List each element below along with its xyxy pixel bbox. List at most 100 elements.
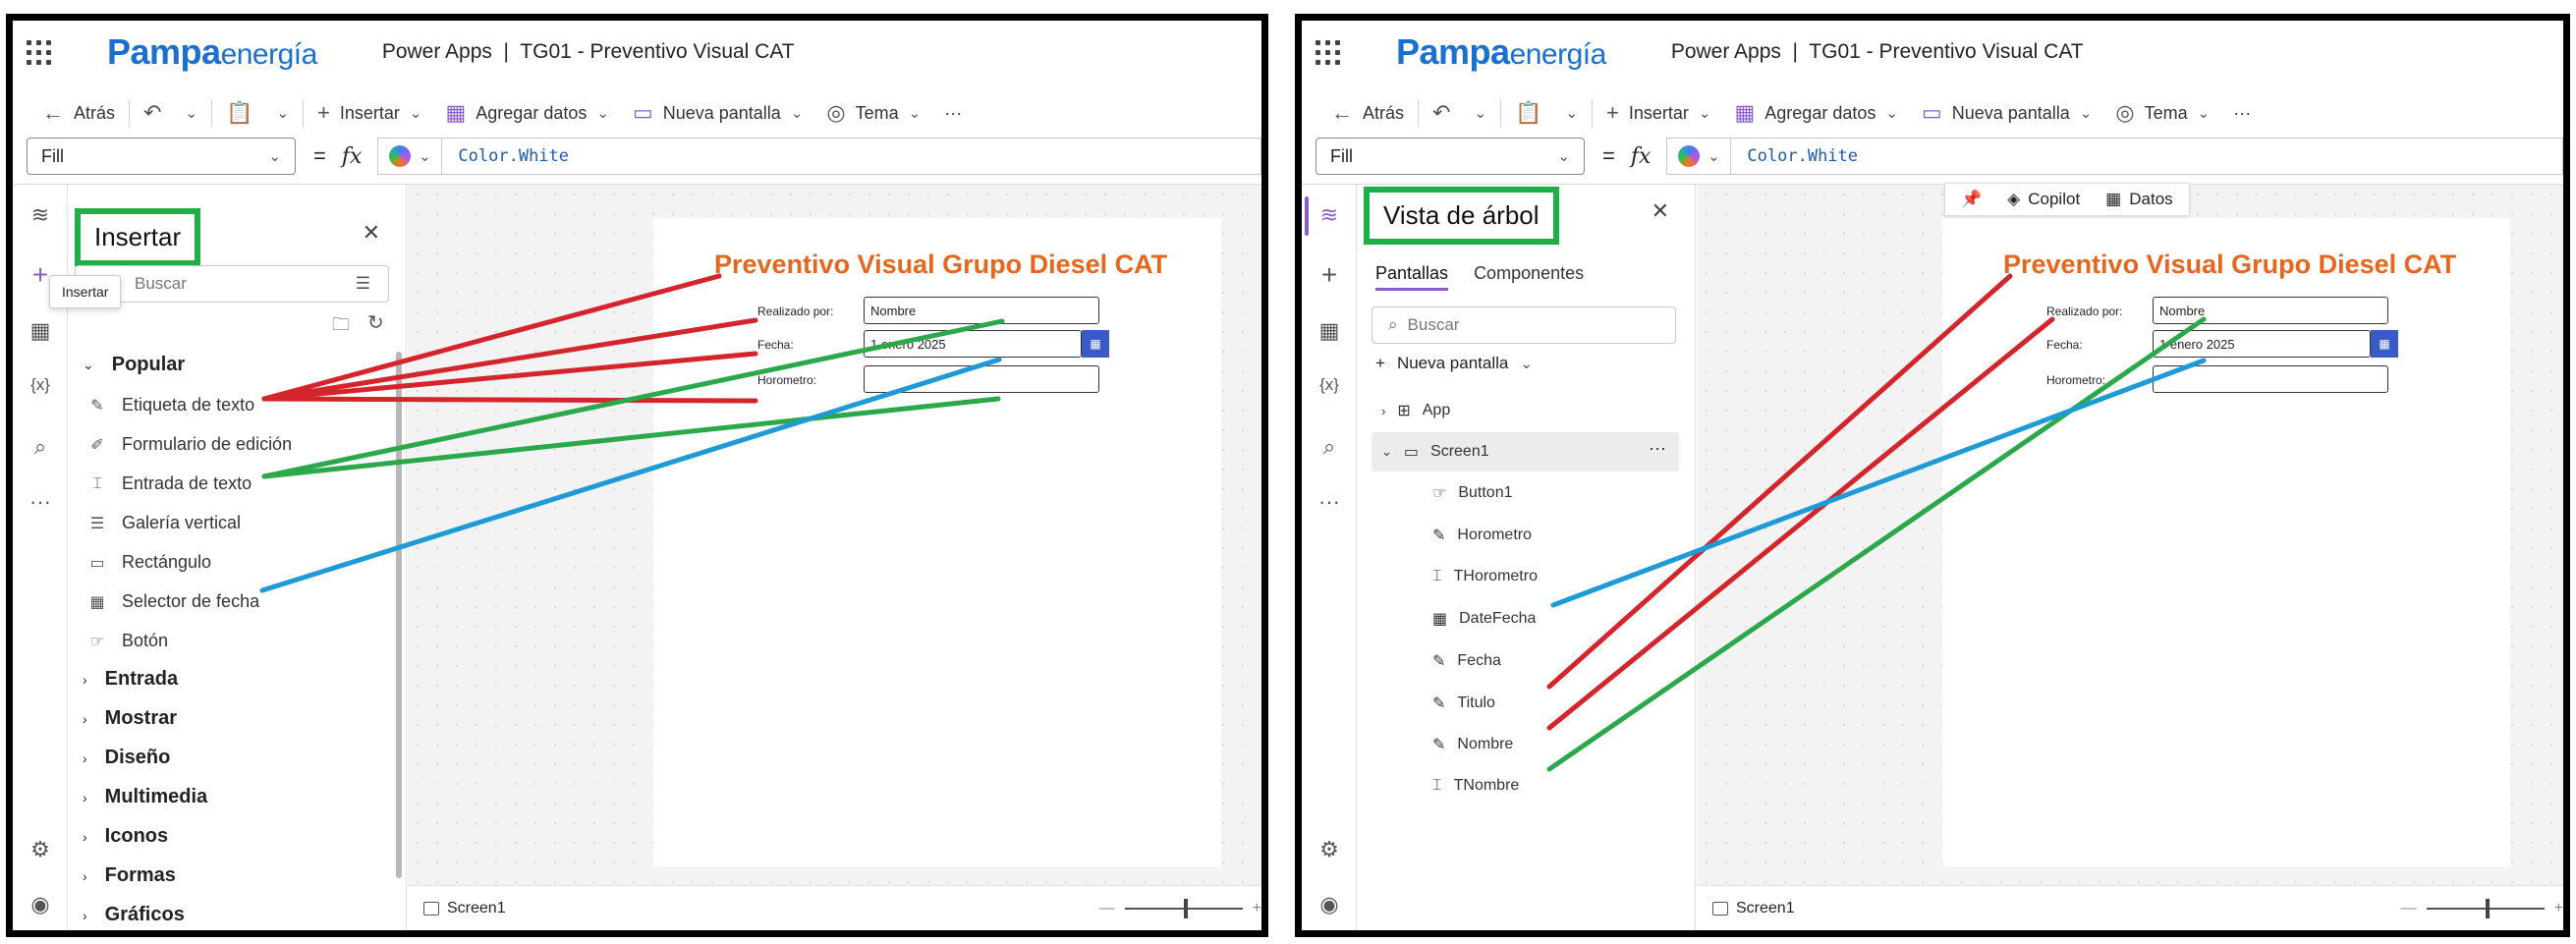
close-icon[interactable]: ✕ [1652, 198, 1669, 224]
list-item[interactable]: ▦ Selector de fecha [86, 591, 259, 612]
add-data-button[interactable]: ▦ Agregar datos ⌄ [1724, 94, 1907, 132]
list-item[interactable]: ⌶ Entrada de texto [86, 473, 252, 494]
nombre-input[interactable]: Nombre [2153, 297, 2388, 324]
new-screen-link[interactable]: + Nueva pantalla ⌄ [1375, 354, 1533, 373]
tab-pantallas[interactable]: Pantallas [1375, 263, 1449, 291]
screen-more-button[interactable]: ··· [1649, 438, 1666, 459]
screen-canvas[interactable]: Preventivo Visual Grupo Diesel CAT Reali… [653, 218, 1221, 866]
tree-child-node[interactable]: ✎ Titulo [1432, 694, 1495, 713]
tree-screen-node[interactable]: ⌄ ▭ Screen1 [1381, 442, 1489, 462]
property-dropdown[interactable]: Fill ⌄ [27, 138, 296, 175]
screen-canvas[interactable]: Preventivo Visual Grupo Diesel CAT Reali… [1942, 218, 2510, 866]
new-screen-button[interactable]: ▭ Nueva pantalla ⌄ [623, 94, 812, 132]
undo-menu-button[interactable]: ⌄ [175, 98, 207, 128]
list-item[interactable]: ✎ Etiqueta de texto [86, 395, 254, 416]
date-picker[interactable]: 1 enero 2025 [2153, 330, 2371, 358]
more-button[interactable]: ··· [2223, 97, 2261, 130]
list-item[interactable]: ☞ Botón [86, 631, 168, 651]
theme-button[interactable]: ◎ Tema ⌄ [816, 94, 930, 132]
undo-menu-button[interactable]: ⌄ [1464, 98, 1496, 128]
form-title[interactable]: Preventivo Visual Grupo Diesel CAT [2003, 250, 2456, 280]
refresh-icon[interactable]: ↻ [367, 310, 384, 335]
zoom-control[interactable]: — + [2401, 898, 2563, 918]
tree-search-input[interactable]: ⌕ Buscar [1372, 306, 1676, 344]
layers-icon[interactable]: ≋ [1316, 202, 1343, 228]
tree-app-node[interactable]: › ⊞ App [1381, 401, 1450, 420]
tree-child-node[interactable]: ☞ Button1 [1432, 483, 1513, 503]
paste-menu-button[interactable]: ⌄ [266, 98, 299, 128]
waffle-icon[interactable] [1316, 39, 1341, 65]
variables-icon[interactable]: {x} [27, 375, 54, 395]
back-button[interactable]: ← Atrás [1321, 94, 1414, 132]
list-item[interactable]: ✐ Formulario de edición [86, 434, 292, 455]
category-graficos[interactable]: › Gráficos [83, 904, 185, 926]
horometro-label[interactable]: Horometro: [757, 373, 816, 387]
copilot-formula-button[interactable]: ⌄ [377, 138, 443, 175]
paste-menu-button[interactable]: ⌄ [1555, 98, 1588, 128]
list-item[interactable]: ▭ Rectángulo [86, 552, 211, 573]
date-picker[interactable]: 1 enero 2025 [864, 330, 1082, 358]
search-icon[interactable]: ⌕ [27, 434, 54, 460]
screen-tab[interactable]: Screen1 [423, 900, 506, 917]
pin-button[interactable]: 📌 [1961, 190, 1982, 209]
category-formas[interactable]: › Formas [83, 864, 176, 887]
back-button[interactable]: ← Atrás [32, 94, 125, 132]
insert-button[interactable]: + Insertar ⌄ [308, 94, 431, 132]
layers-icon[interactable]: ≋ [27, 202, 54, 228]
tree-child-node[interactable]: ✎ Fecha [1432, 651, 1501, 671]
variables-icon[interactable]: {x} [1316, 375, 1343, 395]
search-input[interactable]: Buscar ☰ [75, 265, 389, 303]
virtual-agent-icon[interactable]: ◉ [27, 892, 54, 917]
category-iconos[interactable]: › Iconos [83, 825, 168, 848]
zoom-control[interactable]: — + [1099, 898, 1261, 918]
more-icon[interactable]: ··· [1316, 489, 1343, 515]
undo-button[interactable]: ↶ [134, 94, 171, 132]
nombre-input[interactable]: Nombre [864, 297, 1099, 324]
new-screen-button[interactable]: ▭ Nueva pantalla ⌄ [1912, 94, 2101, 132]
waffle-icon[interactable] [27, 39, 52, 65]
screen-tab[interactable]: Screen1 [1712, 900, 1795, 917]
realizado-label[interactable]: Realizado por: [2046, 305, 2122, 318]
form-title[interactable]: Preventivo Visual Grupo Diesel CAT [714, 250, 1167, 280]
copilot-formula-button[interactable]: ⌄ [1666, 138, 1732, 175]
horometro-input[interactable] [2153, 365, 2388, 393]
tree-child-node[interactable]: ⌶ THorometro [1432, 568, 1538, 585]
add-data-button[interactable]: ▦ Agregar datos ⌄ [435, 94, 618, 132]
close-icon[interactable]: ✕ [363, 220, 380, 246]
more-icon[interactable]: ··· [27, 489, 54, 515]
category-popular[interactable]: ⌄ Popular [83, 354, 185, 376]
virtual-agent-icon[interactable]: ◉ [1316, 892, 1343, 917]
calendar-icon[interactable]: ▦ [1082, 330, 1109, 358]
gear-icon[interactable]: ⚙ [27, 837, 54, 862]
design-canvas[interactable]: Preventivo Visual Grupo Diesel CAT Reali… [1697, 183, 2563, 885]
data-button[interactable]: ▦ Datos [2105, 190, 2172, 209]
undo-button[interactable]: ↶ [1423, 94, 1460, 132]
fecha-label[interactable]: Fecha: [2046, 338, 2083, 352]
tree-child-node[interactable]: ✎ Horometro [1432, 526, 1532, 545]
more-button[interactable]: ··· [934, 97, 972, 130]
search-icon[interactable]: ⌕ [1316, 434, 1343, 460]
calendar-icon[interactable]: ▦ [2371, 330, 2398, 358]
list-item[interactable]: ☰ Galería vertical [86, 513, 241, 533]
scrollbar[interactable] [396, 352, 402, 878]
tab-componentes[interactable]: Componentes [1474, 263, 1584, 291]
category-multimedia[interactable]: › Multimedia [83, 786, 207, 808]
table-icon[interactable]: ▦ [1316, 318, 1343, 344]
category-entrada[interactable]: › Entrada [83, 668, 178, 691]
category-mostrar[interactable]: › Mostrar [83, 707, 177, 730]
gear-icon[interactable]: ⚙ [1316, 837, 1343, 862]
table-icon[interactable]: ▦ [27, 318, 54, 344]
paste-button[interactable]: 📋 [216, 94, 262, 132]
fecha-label[interactable]: Fecha: [757, 338, 794, 352]
tree-child-node[interactable]: ⌶ TNombre [1432, 777, 1519, 795]
folder-search-icon[interactable]: 🗀 [332, 312, 350, 342]
horometro-label[interactable]: Horometro: [2046, 373, 2105, 387]
filter-icon[interactable]: ☰ [356, 274, 370, 294]
paste-button[interactable]: 📋 [1505, 94, 1551, 132]
tree-child-node[interactable]: ✎ Nombre [1432, 735, 1513, 754]
realizado-label[interactable]: Realizado por: [757, 305, 833, 318]
property-dropdown[interactable]: Fill ⌄ [1316, 138, 1585, 175]
plus-icon[interactable]: + [1316, 259, 1343, 291]
category-diseno[interactable]: › Diseño [83, 747, 170, 769]
design-canvas[interactable]: Preventivo Visual Grupo Diesel CAT Reali… [408, 185, 1261, 885]
